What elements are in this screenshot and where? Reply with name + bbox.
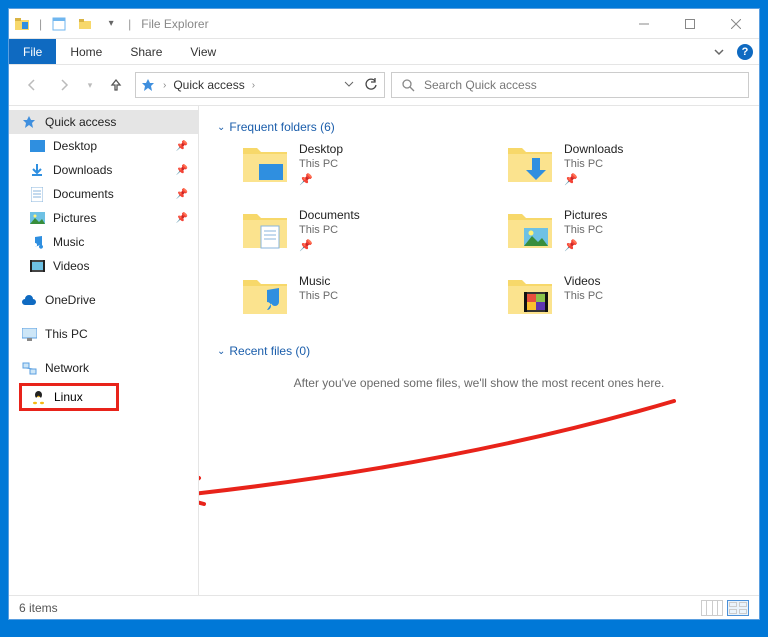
folder-documents-icon [241, 208, 289, 250]
folder-downloads[interactable]: Downloads This PC 📌 [506, 142, 741, 186]
minimize-button[interactable] [621, 9, 667, 38]
star-icon [21, 114, 37, 130]
content-area: ⌄ Frequent folders (6) Desktop This PC 📌 [199, 106, 759, 595]
nav-quick-access[interactable]: Quick access [9, 110, 198, 134]
search-placeholder: Search Quick access [424, 78, 537, 92]
pc-icon [21, 326, 37, 342]
folder-pictures-icon [506, 208, 554, 250]
pin-icon: 📌 [299, 239, 360, 252]
pin-icon: 📌 [176, 165, 188, 176]
address-bar[interactable]: › Quick access › [135, 72, 385, 98]
search-icon [400, 77, 416, 93]
nav-pictures[interactable]: Pictures 📌 [9, 206, 198, 230]
tab-view[interactable]: View [176, 39, 230, 64]
folder-music[interactable]: Music This PC [241, 274, 476, 316]
status-item-count: 6 items [19, 601, 58, 615]
tab-file[interactable]: File [9, 39, 56, 64]
recent-locations-dropdown[interactable]: ▾ [83, 72, 97, 98]
folder-videos-icon [506, 274, 554, 316]
cloud-icon [21, 292, 37, 308]
pictures-icon [29, 210, 45, 226]
pin-icon: 📌 [176, 189, 188, 200]
up-button[interactable] [103, 72, 129, 98]
desktop-icon [29, 138, 45, 154]
pin-icon: 📌 [564, 239, 607, 252]
nav-onedrive[interactable]: OneDrive [9, 288, 198, 312]
chevron-down-icon: ⌄ [217, 346, 225, 357]
maximize-button[interactable] [667, 9, 713, 38]
network-icon [21, 360, 37, 376]
folder-music-icon [241, 274, 289, 316]
download-icon [29, 162, 45, 178]
video-icon [29, 258, 45, 274]
nav-videos[interactable]: Videos [9, 254, 198, 278]
qat-new-folder-icon[interactable] [72, 9, 98, 38]
search-box[interactable]: Search Quick access [391, 72, 749, 98]
folder-pictures[interactable]: Pictures This PC 📌 [506, 208, 741, 252]
nav-network[interactable]: Network [9, 356, 198, 380]
pin-icon: 📌 [176, 141, 188, 152]
nav-music[interactable]: Music [9, 230, 198, 254]
nav-this-pc[interactable]: This PC [9, 322, 198, 346]
address-dropdown-icon[interactable] [344, 78, 354, 92]
refresh-button[interactable] [364, 77, 378, 94]
qat-customize-dropdown[interactable]: ▾ [98, 9, 124, 38]
view-large-icons-button[interactable] [727, 600, 749, 616]
music-icon [29, 234, 45, 250]
folder-desktop-icon [241, 142, 289, 184]
close-button[interactable] [713, 9, 759, 38]
pin-icon: 📌 [176, 213, 188, 224]
status-bar: 6 items [9, 595, 759, 619]
frequent-folders-header[interactable]: ⌄ Frequent folders (6) [217, 120, 741, 134]
nav-documents[interactable]: Documents 📌 [9, 182, 198, 206]
linux-penguin-icon [30, 389, 46, 405]
folder-documents[interactable]: Documents This PC 📌 [241, 208, 476, 252]
nav-linux-highlighted[interactable]: Linux [19, 383, 119, 411]
titlebar: | ▾ | File Explorer [9, 9, 759, 39]
tab-home[interactable]: Home [56, 39, 116, 64]
recent-files-empty-text: After you've opened some files, we'll sh… [217, 376, 741, 390]
pin-icon: 📌 [564, 173, 623, 186]
navigation-row: ▾ › Quick access › Search Quick access [9, 65, 759, 105]
ribbon-tabs: File Home Share View ? [9, 39, 759, 65]
document-icon [29, 186, 45, 202]
folder-downloads-icon [506, 142, 554, 184]
window-title: File Explorer [141, 17, 208, 31]
app-icon [9, 9, 35, 38]
chevron-down-icon: ⌄ [217, 122, 225, 133]
quick-access-star-icon [140, 77, 156, 93]
navigation-pane: Quick access Desktop 📌 Downloads 📌 Docum… [9, 106, 199, 595]
ribbon-expand-icon[interactable] [705, 39, 733, 64]
view-details-button[interactable] [701, 600, 723, 616]
tab-share[interactable]: Share [116, 39, 176, 64]
folder-videos[interactable]: Videos This PC [506, 274, 741, 316]
annotation-arrow [199, 396, 714, 516]
back-button[interactable] [19, 72, 45, 98]
recent-files-header[interactable]: ⌄ Recent files (0) [217, 344, 741, 358]
folder-desktop[interactable]: Desktop This PC 📌 [241, 142, 476, 186]
file-explorer-window: | ▾ | File Explorer File Home Share View… [8, 8, 760, 620]
help-button[interactable]: ? [737, 44, 753, 60]
qat-properties-icon[interactable] [46, 9, 72, 38]
nav-downloads[interactable]: Downloads 📌 [9, 158, 198, 182]
breadcrumb-current[interactable]: Quick access [173, 78, 244, 92]
forward-button[interactable] [51, 72, 77, 98]
pin-icon: 📌 [299, 173, 343, 186]
nav-desktop[interactable]: Desktop 📌 [9, 134, 198, 158]
